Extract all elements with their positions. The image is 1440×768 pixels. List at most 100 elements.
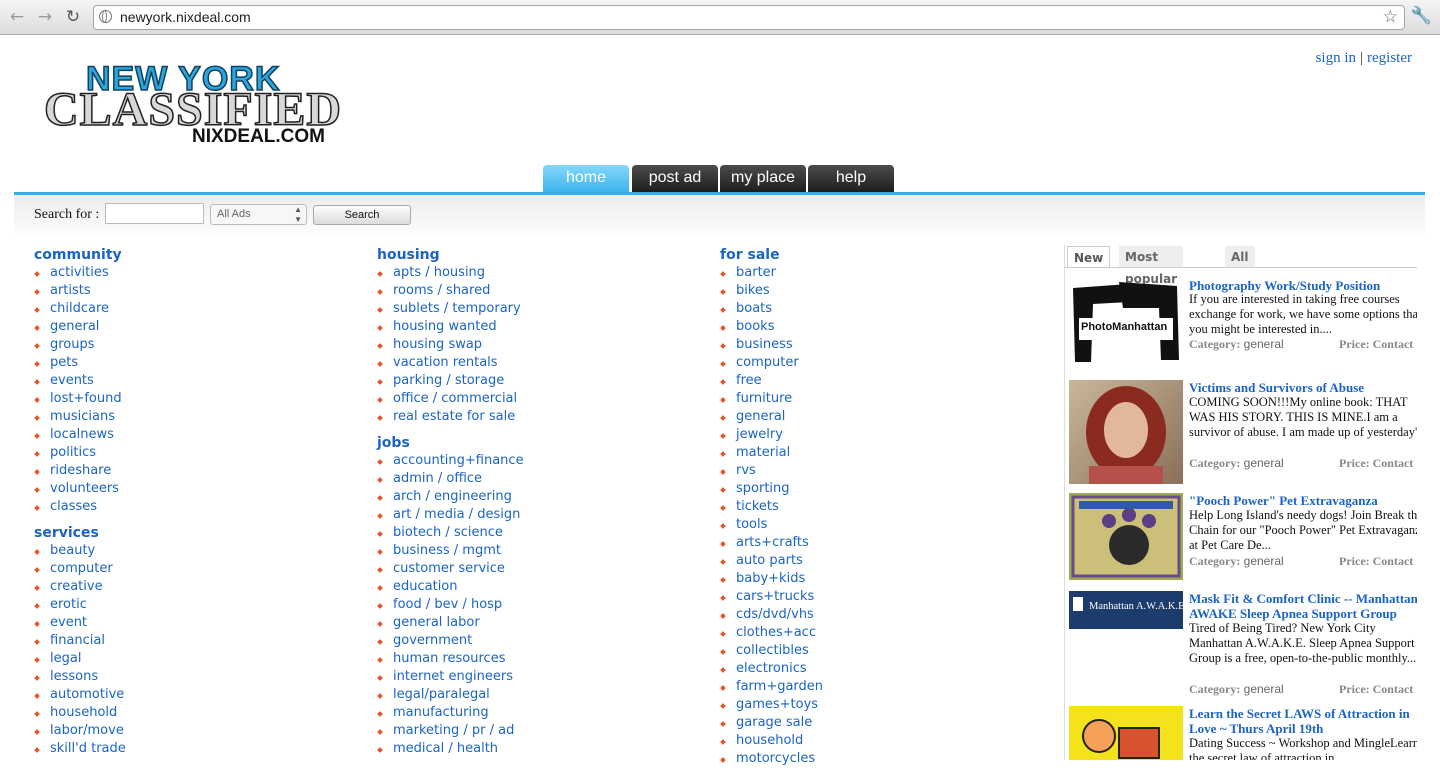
category-link[interactable]: legal: [34, 650, 126, 668]
category-link[interactable]: business / mgmt: [377, 542, 524, 560]
category-heading-housing[interactable]: housing: [377, 246, 524, 264]
category-link[interactable]: sporting: [720, 480, 823, 498]
category-link[interactable]: events: [34, 372, 126, 390]
category-link[interactable]: boats: [720, 300, 823, 318]
category-link[interactable]: biotech / science: [377, 524, 524, 542]
category-link[interactable]: apts / housing: [377, 264, 524, 282]
tab-home[interactable]: home: [543, 165, 629, 192]
category-link[interactable]: computer: [34, 560, 126, 578]
category-link[interactable]: musicians: [34, 408, 126, 426]
category-link[interactable]: accounting+finance: [377, 452, 524, 470]
category-link[interactable]: free: [720, 372, 823, 390]
category-link[interactable]: business: [720, 336, 823, 354]
category-link[interactable]: sublets / temporary: [377, 300, 524, 318]
category-link[interactable]: garage sale: [720, 714, 823, 732]
ad-category[interactable]: general: [1244, 682, 1284, 696]
category-link[interactable]: real estate for sale: [377, 408, 524, 426]
category-link[interactable]: beauty: [34, 542, 126, 560]
category-link[interactable]: rooms / shared: [377, 282, 524, 300]
category-link[interactable]: barter: [720, 264, 823, 282]
category-link[interactable]: housing swap: [377, 336, 524, 354]
tab-new[interactable]: New: [1067, 246, 1111, 268]
category-link[interactable]: general: [34, 318, 126, 336]
category-link[interactable]: auto parts: [720, 552, 823, 570]
tab-most-popular[interactable]: Most popular: [1119, 246, 1184, 286]
category-link[interactable]: cds/dvd/vhs: [720, 606, 823, 624]
tab-post-ad[interactable]: post ad: [632, 165, 718, 192]
category-link[interactable]: tickets: [720, 498, 823, 516]
ad-title[interactable]: Photography Work/Study Position: [1189, 278, 1417, 293]
category-link[interactable]: office / commercial: [377, 390, 524, 408]
ad-category[interactable]: general: [1244, 554, 1284, 568]
ad-title[interactable]: Victims and Survivors of Abuse: [1189, 380, 1417, 395]
category-link[interactable]: housing wanted: [377, 318, 524, 336]
category-link[interactable]: politics: [34, 444, 126, 462]
category-link[interactable]: electronics: [720, 660, 823, 678]
address-url[interactable]: newyork.nixdeal.com: [120, 9, 251, 25]
category-link[interactable]: farm+garden: [720, 678, 823, 696]
category-link[interactable]: government: [377, 632, 524, 650]
ad-category[interactable]: general: [1244, 456, 1284, 470]
category-link[interactable]: lessons: [34, 668, 126, 686]
category-link[interactable]: internet engineers: [377, 668, 524, 686]
category-link[interactable]: localnews: [34, 426, 126, 444]
category-link[interactable]: cars+trucks: [720, 588, 823, 606]
category-link[interactable]: education: [377, 578, 524, 596]
category-link[interactable]: household: [34, 704, 126, 722]
category-link[interactable]: clothes+acc: [720, 624, 823, 642]
category-link[interactable]: arch / engineering: [377, 488, 524, 506]
category-link[interactable]: classes: [34, 498, 126, 516]
category-link[interactable]: furniture: [720, 390, 823, 408]
address-bar[interactable]: newyork.nixdeal.com ☆: [93, 5, 1405, 30]
category-link[interactable]: volunteers: [34, 480, 126, 498]
category-link[interactable]: books: [720, 318, 823, 336]
category-link[interactable]: human resources: [377, 650, 524, 668]
back-arrow-icon[interactable]: ←: [6, 6, 28, 28]
category-link[interactable]: baby+kids: [720, 570, 823, 588]
category-link[interactable]: arts+crafts: [720, 534, 823, 552]
category-link[interactable]: customer service: [377, 560, 524, 578]
reload-icon[interactable]: ↻: [62, 6, 84, 28]
category-link[interactable]: marketing / pr / ad: [377, 722, 524, 740]
category-link[interactable]: lost+found: [34, 390, 126, 408]
category-link[interactable]: pets: [34, 354, 126, 372]
portrait-photo-icon[interactable]: [1069, 380, 1183, 484]
hands-frame-icon[interactable]: PhotoManhattan: [1069, 278, 1183, 366]
category-link[interactable]: computer: [720, 354, 823, 372]
category-link[interactable]: tools: [720, 516, 823, 534]
category-link[interactable]: collectibles: [720, 642, 823, 660]
category-link[interactable]: games+toys: [720, 696, 823, 714]
category-link[interactable]: bikes: [720, 282, 823, 300]
category-link[interactable]: household: [720, 732, 823, 750]
wrench-icon[interactable]: 🔧: [1411, 6, 1432, 26]
category-link[interactable]: rvs: [720, 462, 823, 480]
tab-help[interactable]: help: [808, 165, 894, 192]
category-link[interactable]: vacation rentals: [377, 354, 524, 372]
category-link[interactable]: artists: [34, 282, 126, 300]
site-logo[interactable]: NEW YORK CLASSIFIED NIXDEAL.COM: [16, 42, 356, 164]
category-link[interactable]: food / bev / hosp: [377, 596, 524, 614]
category-link[interactable]: jewelry: [720, 426, 823, 444]
category-link[interactable]: rideshare: [34, 462, 126, 480]
category-link[interactable]: groups: [34, 336, 126, 354]
tab-all[interactable]: All: [1225, 246, 1255, 267]
cartoon-icon[interactable]: [1069, 706, 1183, 760]
awake-banner-icon[interactable]: Manhattan A.W.A.K.E.: [1069, 591, 1187, 629]
forward-arrow-icon[interactable]: →: [34, 6, 56, 28]
category-link[interactable]: labor/move: [34, 722, 126, 740]
category-link[interactable]: general: [720, 408, 823, 426]
ad-title[interactable]: Learn the Secret LAWS of Attraction in L…: [1189, 706, 1417, 736]
category-link[interactable]: admin / office: [377, 470, 524, 488]
category-link[interactable]: medical / health: [377, 740, 524, 758]
category-link[interactable]: general labor: [377, 614, 524, 632]
category-heading-jobs[interactable]: jobs: [377, 434, 524, 452]
search-button[interactable]: Search: [313, 205, 411, 225]
category-link[interactable]: legal/paralegal: [377, 686, 524, 704]
ad-title[interactable]: Mask Fit & Comfort Clinic -- Manhattan A…: [1189, 591, 1417, 621]
category-link[interactable]: motorcycles: [720, 750, 823, 768]
category-link[interactable]: skill'd trade: [34, 740, 126, 758]
category-heading-services[interactable]: services: [34, 524, 126, 542]
category-link[interactable]: event: [34, 614, 126, 632]
star-icon[interactable]: ☆: [1383, 7, 1398, 27]
category-link[interactable]: financial: [34, 632, 126, 650]
